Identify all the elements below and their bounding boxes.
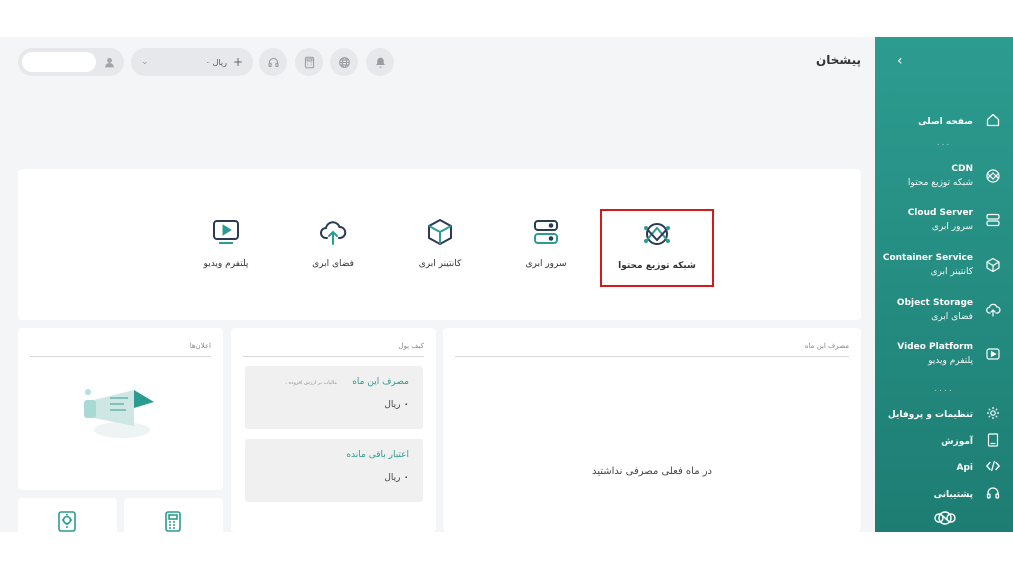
remaining-value: ریال ۰	[384, 473, 409, 483]
this-month-title: مصرف این ماه	[352, 377, 409, 387]
sidebar-divider: ...	[936, 138, 952, 148]
sidebar-item-subtitle: فضای ابری	[931, 312, 973, 322]
notifications-button[interactable]	[366, 48, 394, 76]
language-button[interactable]	[330, 48, 358, 76]
sidebar-item-label: صفحه اصلی	[918, 116, 973, 127]
service-cloud-server[interactable]: سرور ابری	[489, 209, 603, 287]
sidebar: ‹ صفحه اصلی ... CDN شبکه توزیع محتوا Clo…	[875, 37, 1013, 532]
service-label: پلتفرم ویدیو	[203, 259, 249, 269]
sidebar-item-title: Container Service	[882, 253, 973, 263]
sidebar-item-cdn[interactable]: CDN شبکه توزیع محتوا	[875, 162, 1013, 190]
globe-icon	[338, 56, 350, 68]
home-icon	[985, 112, 1001, 128]
sidebar-item-label: پشتیبانی	[933, 489, 973, 500]
user-icon	[100, 53, 118, 71]
cube-icon	[985, 257, 1001, 273]
wallet-panel-title: کیف پول	[243, 342, 424, 357]
sidebar-item-home[interactable]: صفحه اصلی	[875, 111, 1013, 129]
currency-label: ریال	[384, 473, 401, 483]
sidebar-item-subtitle: شبکه توزیع محتوا	[907, 178, 973, 188]
cloud-upload-icon	[985, 302, 1001, 318]
sidebar-item-subtitle: کانتینر ابری	[930, 267, 973, 277]
lightbulb-icon	[58, 511, 76, 532]
announcements-panel: اعلان‌ها	[18, 328, 223, 490]
sidebar-item-api[interactable]: Api	[875, 458, 1013, 474]
cdn-icon	[985, 168, 1001, 184]
server-icon	[531, 217, 561, 247]
sidebar-divider: ....	[934, 384, 954, 394]
play-icon	[211, 217, 241, 247]
sidebar-item-learning[interactable]: آموزش	[875, 432, 1013, 448]
sidebar-item-title: Object Storage	[896, 298, 973, 308]
sidebar-item-object-storage[interactable]: Object Storage فضای ابری	[875, 296, 1013, 324]
usage-panel: مصرف این ماه در ماه فعلی مصرفی نداشتید	[443, 328, 861, 532]
sidebar-item-container[interactable]: Container Service کانتینر ابری	[875, 251, 1013, 279]
plus-icon[interactable]: +	[233, 55, 243, 69]
service-video-platform[interactable]: پلتفرم ویدیو	[169, 209, 283, 287]
cube-icon	[425, 217, 455, 247]
sidebar-item-label: Api	[956, 462, 974, 473]
chevron-down-icon: ⌄	[141, 57, 149, 67]
service-container[interactable]: کانتینر ابری	[383, 209, 497, 287]
megaphone-illustration	[84, 389, 154, 438]
services-card: شبکه توزیع محتوا سرور ابری کانتینر ابری …	[18, 169, 861, 320]
brand-logo	[934, 511, 956, 525]
currency-label: ریال	[384, 400, 401, 410]
wallet-panel: کیف پول مصرف این ماه ، مالیات بر ارزش اف…	[231, 328, 436, 532]
sidebar-item-support[interactable]: پشتیبانی	[875, 485, 1013, 501]
service-object-storage[interactable]: فضای ابری	[276, 209, 390, 287]
this-month-value: ریال ۰	[384, 400, 409, 410]
sidebar-item-label: آموزش	[941, 436, 973, 447]
calculator-button[interactable]	[295, 48, 323, 76]
announcements-panel-title: اعلان‌ها	[30, 342, 211, 357]
cdn-icon	[642, 219, 672, 249]
cloud-upload-icon	[318, 217, 348, 247]
sidebar-item-settings[interactable]: تنظیمات و پروفایل	[875, 405, 1013, 421]
vat-note: ، مالیات بر ارزش افزوده	[285, 380, 337, 386]
code-icon	[985, 458, 1001, 474]
chevron-left-icon[interactable]: ‹	[897, 53, 903, 69]
service-label: کانتینر ابری	[418, 259, 462, 269]
headset-icon	[267, 57, 279, 67]
sidebar-item-title: Video Platform	[897, 342, 973, 352]
calculator-icon	[165, 511, 181, 532]
service-label: شبکه توزیع محتوا	[618, 261, 696, 271]
support-button[interactable]	[259, 48, 287, 76]
server-icon	[985, 212, 1001, 228]
gear-icon	[985, 405, 1001, 421]
usage-empty-text: در ماه فعلی مصرفی نداشتید	[591, 466, 713, 477]
user-menu-button[interactable]	[18, 48, 124, 76]
service-label: سرور ابری	[525, 259, 567, 269]
page-title: پیشخان	[815, 53, 861, 67]
book-icon	[985, 432, 1001, 448]
remaining-credit-box[interactable]: اعتبار باقی مانده ریال ۰	[245, 439, 423, 502]
sidebar-item-title: CDN	[951, 164, 973, 174]
wallet-amount: ۰ ریال	[205, 57, 227, 67]
wallet-balance-button[interactable]: ⌄ ۰ ریال +	[131, 48, 253, 76]
sidebar-item-subtitle: سرور ابری	[931, 222, 973, 232]
service-cdn[interactable]: شبکه توزیع محتوا	[600, 209, 714, 287]
idea-card[interactable]	[18, 498, 117, 532]
app-window: پیشخان ⌄ ۰ ریال + شبکه توزیع محتوا سرور …	[0, 37, 1013, 532]
play-icon	[985, 346, 1001, 362]
sidebar-item-subtitle: پلتفرم ویدیو	[928, 356, 973, 366]
sidebar-item-video-platform[interactable]: Video Platform پلتفرم ویدیو	[875, 340, 1013, 368]
bell-icon	[375, 57, 385, 68]
sidebar-item-cloud-server[interactable]: Cloud Server سرور ابری	[875, 206, 1013, 234]
sidebar-item-label: تنظیمات و پروفایل	[887, 409, 973, 420]
usage-panel-title: مصرف این ماه	[455, 342, 849, 357]
headset-icon	[985, 485, 1001, 501]
service-label: فضای ابری	[312, 259, 354, 269]
amount-zero: ۰	[403, 400, 410, 410]
user-name-field	[22, 52, 96, 72]
sidebar-item-title: Cloud Server	[907, 208, 973, 218]
amount-zero: ۰	[403, 473, 410, 483]
this-month-usage-box[interactable]: مصرف این ماه ، مالیات بر ارزش افزوده ریا…	[245, 366, 423, 429]
calculator-icon	[304, 56, 314, 68]
calculator-card[interactable]	[124, 498, 223, 532]
remaining-title: اعتبار باقی مانده	[346, 450, 409, 460]
